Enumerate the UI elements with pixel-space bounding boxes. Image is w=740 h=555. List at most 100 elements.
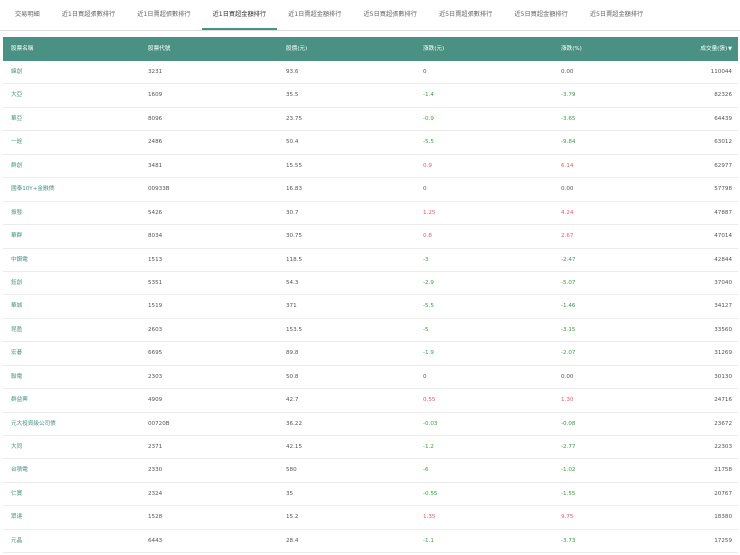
cell-stock-name[interactable]: 一詮 [11,131,22,154]
cell-change-pct: -3.15 [561,326,576,333]
table-row[interactable]: 國泰10Y+金融債 00933B 16.83 0 0.00 57798 [3,178,738,202]
column-header-change-pct[interactable]: 漲跌(%) [561,37,582,61]
cell-volume: 47887 [714,209,732,216]
cell-stock-name[interactable]: 鈺創 [11,272,22,295]
cell-stock-name[interactable]: 國泰10Y+金融債 [11,178,54,201]
cell-stock-name[interactable]: 仁寶 [11,483,22,506]
cell-price: 35.5 [286,92,299,99]
cell-change: -0.55 [423,490,438,497]
cell-price: 89.8 [286,350,299,357]
table-row[interactable]: 台積電 2330 580 -6 -1.02 21758 [3,459,738,483]
table-row[interactable]: 元大投資級公司債 00720B 36.22 -0.03 -0.08 23672 [3,413,738,436]
cell-stock-code: 6695 [148,350,163,357]
cell-stock-name[interactable]: 元晶 [11,530,22,553]
table-header: 股票名稱 股票代號 股價(元) 漲跌(元) 漲跌(%) 成交量(張)▼ [3,37,738,61]
cell-change: -5.5 [423,303,434,310]
cell-stock-code: 2371 [148,444,163,450]
column-header-name[interactable]: 股票名稱 [11,37,33,61]
table-row[interactable]: 振發 5426 30.7 1.25 4.24 47887 [3,202,738,226]
cell-change-pct: -3.73 [561,537,576,544]
cell-stock-code: 1513 [148,256,163,263]
tab-0[interactable]: 交易明細 [4,0,51,30]
tab-3[interactable]: 近1日買超金額排行 [201,0,278,30]
cell-stock-code: 2324 [148,490,163,497]
table-row[interactable]: 中鋼電 1513 118.5 -3 -2.47 42844 [3,249,738,272]
cell-price: 30.75 [286,233,303,240]
table-row[interactable]: 元晶 6443 28.4 -1.1 -3.73 17259 [3,530,738,554]
cell-change: 0 [423,69,427,75]
cell-stock-code: 2303 [148,373,163,380]
cell-change-pct: -1.02 [561,467,576,474]
tab-bar: 交易明細 近1日買超張數排行 近1日賣超張數排行 近1日買超金額排行 近1日賣超金額排行… [0,0,740,31]
cell-change-pct: -3.65 [561,115,576,122]
cell-change-pct: -3.79 [561,92,576,99]
table-row[interactable]: 大同 2371 42.15 -1.2 -2.77 22303 [3,436,738,460]
column-header-volume[interactable]: 成交量(張)▼ [700,37,732,61]
tab-2[interactable]: 近1日賣超張數排行 [126,0,201,30]
cell-volume: 64439 [714,115,732,122]
tab-1[interactable]: 近1日買超張數排行 [51,0,126,30]
cell-volume: 21758 [714,467,732,474]
column-header-code[interactable]: 股票代號 [148,37,170,61]
cell-stock-name[interactable]: 緯創 [11,61,22,84]
cell-change: -1.2 [423,444,434,450]
cell-change: -0.03 [423,420,438,427]
tab-7[interactable]: 近5日買超金額排行 [503,0,578,30]
table-row[interactable]: 宏碁 6695 89.8 -1.9 -2.07 31269 [3,342,738,366]
cell-stock-name[interactable]: 眾達 [11,506,22,529]
table-row[interactable]: 群益興 4909 42.7 0.55 1.30 24716 [3,389,738,413]
cell-stock-name[interactable]: 群創 [11,155,22,178]
cell-stock-code: 1609 [148,92,163,99]
cell-stock-code: 1519 [148,303,163,310]
table-row[interactable]: 聯電 2303 50.8 0 0.00 30130 [3,366,738,390]
tab-4[interactable]: 近1日賣超金額排行 [277,0,352,30]
cell-stock-name[interactable]: 昆盈 [11,319,22,342]
cell-change: -5 [423,326,429,333]
tab-5[interactable]: 近5日買超張數排行 [353,0,428,30]
cell-change: -3 [423,256,429,263]
table-row[interactable]: 眾達 1528 15.2 1.35 9.75 18380 [3,506,738,530]
column-header-change[interactable]: 漲跌(元) [423,37,444,61]
cell-stock-name[interactable]: 中鋼電 [11,249,28,272]
cell-stock-name[interactable]: 大亞 [11,84,22,107]
cell-price: 580 [286,467,297,474]
table-row[interactable]: 一詮 2486 50.4 -5.5 -9.84 63012 [3,131,738,155]
table-row[interactable]: 緯創 3231 93.6 0 0.00 110044 [3,61,738,85]
cell-change: -1.4 [423,92,434,99]
table-row[interactable]: 華群 8034 30.75 0.8 2.67 47014 [3,225,738,249]
cell-stock-name[interactable]: 大同 [11,436,22,459]
cell-change: 1.25 [423,209,436,216]
cell-price: 93.6 [286,69,299,75]
cell-stock-name[interactable]: 元大投資級公司債 [11,413,56,436]
cell-volume: 31269 [714,350,732,357]
table-row[interactable]: 大亞 1609 35.5 -1.4 -3.79 82326 [3,84,738,108]
cell-price: 42.15 [286,444,303,450]
table-row[interactable]: 華亞 8096 23.75 -0.9 -3.65 64439 [3,108,738,132]
table-row[interactable]: 華城 1519 371 -5.5 -1.46 34127 [3,295,738,319]
cell-stock-name[interactable]: 振發 [11,202,22,225]
cell-volume: 30130 [714,373,732,380]
cell-change: 0 [423,186,427,193]
table-row[interactable]: 昆盈 2603 153.5 -5 -3.15 33560 [3,319,738,343]
cell-stock-name[interactable]: 華亞 [11,108,22,131]
table-row[interactable]: 鈺創 5351 54.3 -2.9 -5.07 37040 [3,272,738,296]
cell-stock-name[interactable]: 群益興 [11,389,28,412]
cell-change-pct: -5.07 [561,279,576,286]
cell-change: 1.35 [423,514,436,521]
cell-stock-name[interactable]: 宏碁 [11,342,22,365]
cell-volume: 20767 [714,490,732,497]
cell-stock-name[interactable]: 聯電 [11,366,22,389]
cell-stock-code: 4909 [148,397,163,404]
tab-6[interactable]: 近5日賣超張數排行 [428,0,503,30]
table-row[interactable]: 仁寶 2324 35 -0.55 -1.55 20767 [3,483,738,507]
table-body: 緯創 3231 93.6 0 0.00 110044 大亞 1609 35.5 -1.4 -3.79… [3,61,738,554]
column-header-price[interactable]: 股價(元) [286,37,307,61]
cell-stock-name[interactable]: 華城 [11,295,22,318]
cell-stock-name[interactable]: 台積電 [11,459,28,482]
cell-stock-code: 8034 [148,233,163,240]
tab-8[interactable]: 近5日賣超金額排行 [579,0,654,30]
table-row[interactable]: 群創 3481 15.55 0.9 6.14 62977 [3,155,738,179]
cell-volume: 18380 [714,514,732,521]
cell-stock-name[interactable]: 華群 [11,225,22,248]
cell-change: -1.1 [423,537,434,544]
